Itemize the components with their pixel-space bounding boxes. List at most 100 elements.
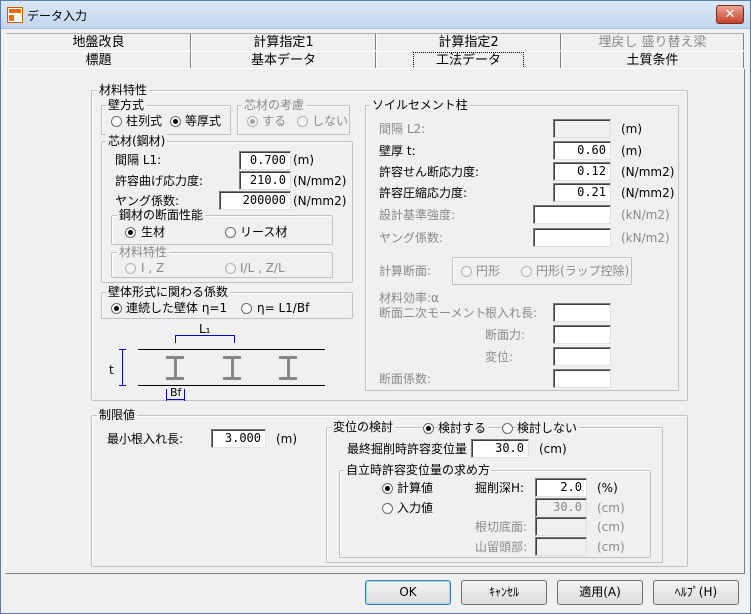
diagram-wall-top	[138, 349, 325, 350]
diagram-l1-tick-right	[234, 335, 235, 343]
sc-compression-input[interactable]: 0.21	[553, 183, 611, 202]
diagram-wall-bottom	[138, 385, 325, 386]
core-young-unit: (N/mm2)	[293, 194, 347, 208]
sc-young-input[interactable]	[533, 228, 611, 247]
self-input-label: 入力値	[397, 501, 434, 515]
cancel-button[interactable]: ｷｬﾝｾﾙ	[461, 580, 547, 605]
tab-heading[interactable]: 標題	[6, 51, 191, 68]
sc-thickness-label: 壁厚 t:	[379, 144, 416, 158]
cut-bottom-label: 根切底面:	[475, 520, 528, 534]
sc-modulus-input[interactable]	[553, 369, 611, 388]
wall-type-uniform-radio[interactable]	[170, 116, 181, 127]
core-consider-no-radio	[297, 116, 308, 127]
core-bend-input[interactable]: 210.0	[239, 171, 291, 190]
apply-button[interactable]: 適用(A)	[557, 580, 643, 605]
self-input-value: 30.0	[535, 498, 587, 517]
min-root-input[interactable]: 3.000	[211, 429, 266, 448]
sc-design-strength-input[interactable]	[533, 205, 611, 224]
limit-group-title: 制限値	[97, 408, 138, 422]
sc-compression-label: 許容圧縮応力度:	[379, 186, 468, 200]
wall-type-title: 壁方式	[106, 98, 147, 112]
wall-coef-title: 壁体形式に関わる係数	[106, 285, 231, 299]
diagram-l1-tick-left	[175, 335, 176, 343]
disp-check-title: 変位の検討	[331, 420, 396, 434]
core-consider-no-label: しない	[312, 114, 349, 128]
core-spacing-label: 間隔 L1:	[115, 153, 162, 167]
self-calc-label: 計算値	[397, 481, 434, 495]
cut-bottom-unit: (cm)	[597, 520, 625, 534]
core-mat-iz-label: I , Z	[141, 261, 165, 275]
sc-efficiency-label: 材料効率:α	[379, 291, 439, 305]
sc-design-strength-unit: (kN/m2)	[621, 208, 670, 222]
diagram-t-label: t	[109, 363, 114, 377]
sc-shear-input[interactable]: 0.12	[553, 162, 611, 181]
core-steel-title: 芯材(鋼材)	[106, 134, 168, 148]
title-bar: データ入力 ✕	[1, 1, 750, 29]
steel-section-title: 鋼材の断面性能	[117, 208, 206, 222]
steel-section-raw-radio[interactable]	[125, 227, 136, 238]
retaining-top-label: 山留頭部:	[475, 540, 528, 554]
sc-shear-unit: (N/mm2)	[621, 165, 675, 179]
core-young-input[interactable]: 200000	[219, 191, 291, 210]
core-spacing-input[interactable]: 0.700	[239, 151, 291, 170]
core-spacing-unit: (m)	[293, 153, 315, 167]
help-button[interactable]: ﾍﾙﾌﾟ(H)	[653, 580, 739, 605]
steel-section-lease-radio[interactable]	[225, 227, 236, 238]
sc-shear-label: 許容せん断応力度:	[379, 165, 480, 179]
self-calc-radio[interactable]	[382, 483, 393, 494]
wall-coef-continuous-radio[interactable]	[111, 303, 122, 314]
tab-calc-spec-2[interactable]: 計算指定2	[376, 33, 561, 50]
wall-type-column-radio[interactable]	[111, 116, 122, 127]
material-group-title: 材料特性	[97, 83, 150, 97]
app-icon	[7, 7, 23, 23]
sc-root-label: 根入れ長:	[485, 306, 538, 320]
wall-coef-ratio-radio[interactable]	[241, 303, 252, 314]
sc-thickness-input[interactable]: 0.60	[553, 141, 611, 160]
close-button[interactable]: ✕	[716, 5, 744, 24]
sc-spacing-label: 間隔 L2:	[379, 122, 426, 136]
final-disp-unit: (cm)	[539, 442, 567, 456]
self-input-unit: (cm)	[597, 501, 625, 515]
sc-spacing-unit: (m)	[621, 122, 643, 136]
diagram-ibeam-1	[166, 356, 184, 380]
disp-check-no-radio[interactable]	[502, 423, 513, 434]
window-title: データ入力	[27, 9, 88, 23]
sc-spacing-input	[553, 119, 611, 138]
min-root-unit: (m)	[276, 432, 298, 446]
tab-soil-conditions[interactable]: 土質条件	[561, 51, 744, 68]
core-young-label: ヤング係数:	[115, 194, 180, 208]
core-mat-props-title: 材料特性	[117, 245, 170, 259]
excavation-depth-input[interactable]: 2.0	[535, 478, 587, 497]
tab-calc-spec-1[interactable]: 計算指定1	[191, 33, 376, 50]
core-consider-yes-radio	[247, 116, 258, 127]
tab-method-data[interactable]: 工法データ	[376, 51, 561, 69]
tab-ground-improvement[interactable]: 地盤改良	[6, 33, 191, 50]
sc-modulus-label: 断面係数:	[379, 372, 432, 386]
final-disp-input[interactable]: 30.0	[471, 439, 529, 458]
sc-force-label: 断面力:	[485, 328, 526, 342]
soil-cement-title: ソイルセメント柱	[370, 98, 470, 112]
core-mat-iz-radio	[125, 263, 136, 274]
sc-calc-lap-label: 円形(ラップ控除)	[536, 264, 630, 278]
disp-check-yes-label: 検討する	[438, 420, 489, 436]
sc-displacement-input[interactable]	[553, 347, 611, 366]
diagram-t-tick-bottom	[119, 385, 126, 386]
sc-young-label: ヤング係数:	[379, 231, 444, 245]
self-input-radio[interactable]	[382, 503, 393, 514]
sc-force-input[interactable]	[553, 325, 611, 344]
excavation-depth-label: 掘削深H:	[475, 481, 525, 495]
sc-calc-circle-radio	[461, 266, 472, 277]
disp-check-yes-radio[interactable]	[423, 423, 434, 434]
tab-basic-data[interactable]: 基本データ	[191, 51, 376, 68]
diagram-ibeam-2	[223, 356, 241, 380]
core-mat-il-label: I/L , Z/L	[240, 261, 285, 275]
sc-root-input[interactable]	[553, 303, 611, 322]
ok-button[interactable]: OK	[365, 580, 451, 605]
wall-type-column-label: 柱列式	[126, 114, 163, 128]
tab-backfill: 埋戻し 盛り替え梁	[561, 33, 744, 50]
core-consider-title: 芯材の考慮	[242, 98, 307, 112]
core-bend-unit: (N/mm2)	[293, 174, 347, 188]
diagram-bf-tick-right	[184, 389, 185, 401]
steel-section-raw-label: 生材	[141, 225, 166, 239]
retaining-top-unit: (cm)	[597, 540, 625, 554]
